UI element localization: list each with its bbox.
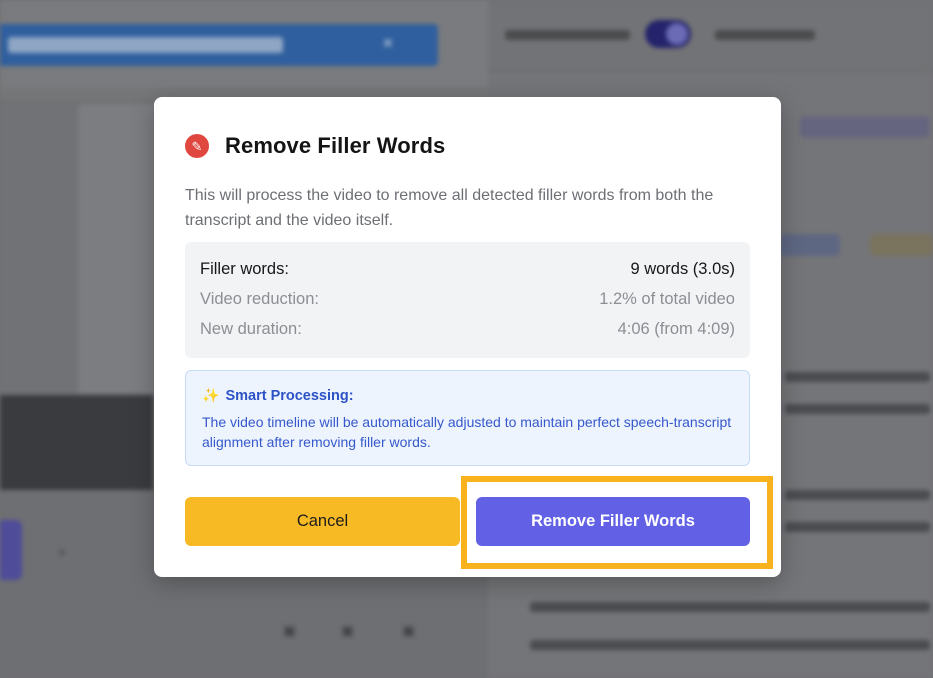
bg-file-list <box>78 104 158 394</box>
bg-text-line <box>785 490 930 500</box>
stat-label: Filler words: <box>200 260 289 278</box>
stat-row-video-reduction: Video reduction: 1.2% of total video <box>200 290 735 310</box>
sparkles-icon: ✨ <box>202 387 220 403</box>
bg-control-icon: ▣ <box>341 622 355 638</box>
bg-skip-icon: » <box>58 543 66 559</box>
stat-value: 9 words (3.0s) <box>630 260 735 278</box>
bg-text-line <box>715 30 815 40</box>
remove-filler-words-dialog: ✎ Remove Filler Words This will process … <box>154 97 781 577</box>
stat-row-new-duration: New duration: 4:06 (from 4:09) <box>200 320 735 340</box>
bg-text-line <box>785 522 930 532</box>
bg-text-line <box>530 640 930 650</box>
dialog-description: This will process the video to remove al… <box>185 187 714 229</box>
bg-chip <box>800 116 930 138</box>
bg-chip <box>780 234 840 256</box>
stat-row-filler-words: Filler words: 9 words (3.0s) <box>200 260 735 280</box>
info-title: Smart Processing: <box>225 387 354 404</box>
smart-processing-info: ✨ Smart Processing: The video timeline w… <box>185 370 750 466</box>
remove-filler-words-button[interactable]: Remove Filler Words <box>476 497 750 546</box>
info-heading: ✨ Smart Processing: <box>202 387 354 404</box>
bg-play-button <box>0 520 22 580</box>
bg-toggle-switch <box>645 20 691 48</box>
dialog-title: Remove Filler Words <box>225 133 446 158</box>
stat-label: Video reduction: <box>200 290 319 308</box>
stat-value: 1.2% of total video <box>599 290 735 308</box>
bg-search-bar: ✕ <box>0 24 438 66</box>
bg-search-field <box>8 37 283 53</box>
bg-close-icon: ✕ <box>382 35 394 51</box>
bg-chip <box>870 234 933 256</box>
magic-wand-icon: ✎ <box>185 134 209 158</box>
info-text: The video timeline will be automatically… <box>202 414 732 450</box>
dialog-header: ✎ Remove Filler Words <box>185 132 445 160</box>
bg-control-icon: ▣ <box>402 622 416 638</box>
stats-summary: Filler words: 9 words (3.0s) Video reduc… <box>185 242 750 358</box>
bg-video-strip <box>0 395 153 490</box>
bg-text-line <box>505 30 630 40</box>
bg-text-line <box>785 372 930 382</box>
bg-text-line <box>530 602 930 612</box>
bg-control-icon: ▣ <box>283 622 297 638</box>
cancel-button[interactable]: Cancel <box>185 497 460 546</box>
stat-value: 4:06 (from 4:09) <box>617 320 735 338</box>
bg-text-line <box>785 404 930 414</box>
stat-label: New duration: <box>200 320 302 338</box>
